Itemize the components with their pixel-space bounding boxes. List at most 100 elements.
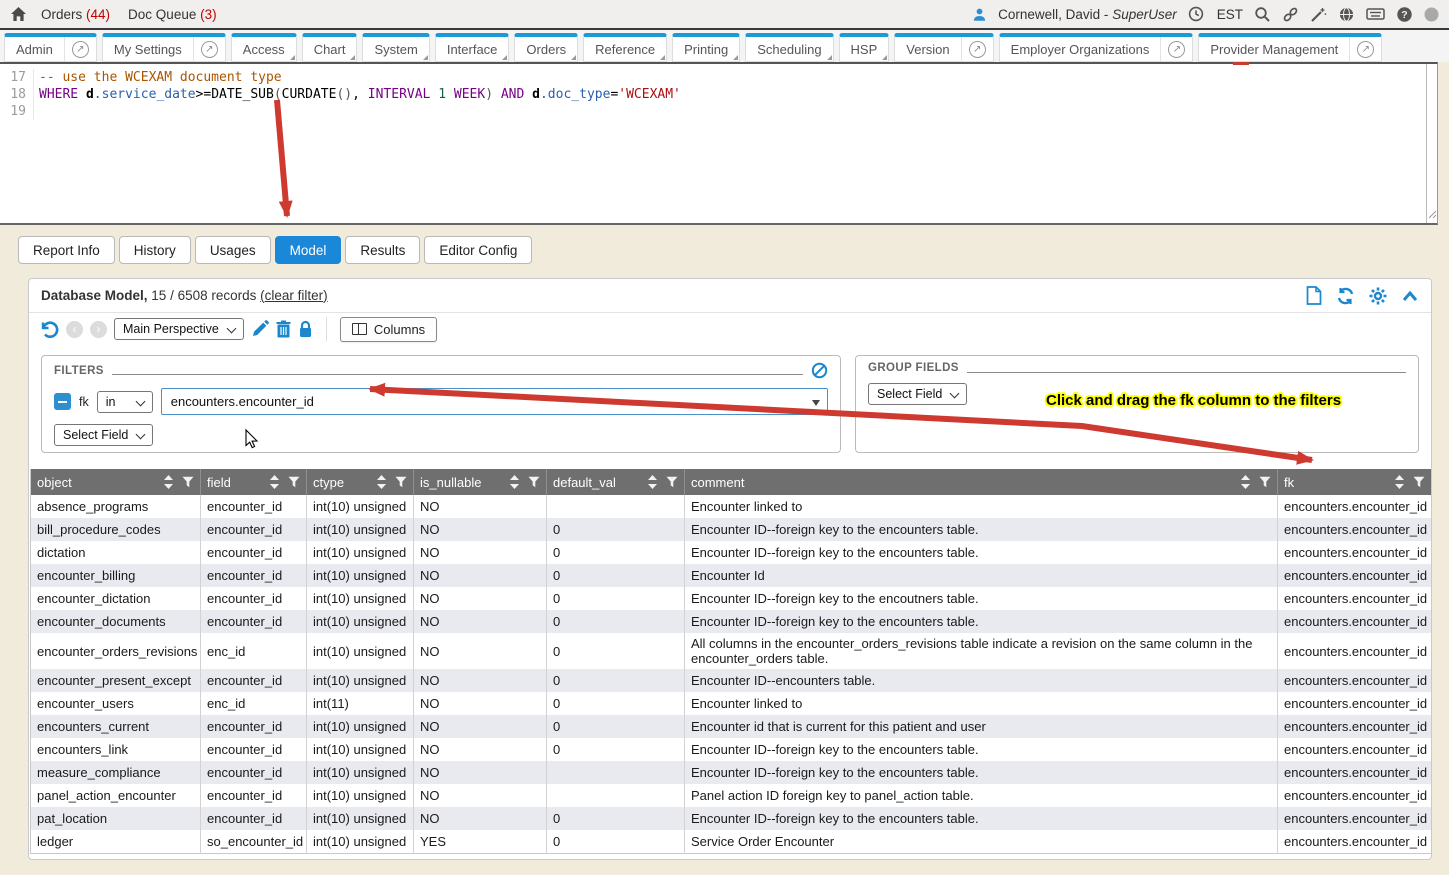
nav-tab-access[interactable]: Access [231, 33, 297, 62]
open-new-icon[interactable]: ↗ [64, 37, 96, 61]
combobox-dropdown-icon[interactable] [812, 400, 820, 406]
nav-tab-interface[interactable]: Interface [435, 33, 510, 62]
filter-icon[interactable] [1259, 476, 1271, 488]
nav-tab-version[interactable]: Version↗ [894, 33, 993, 62]
cell-field: encounter_id [201, 587, 307, 610]
doc-queue-link[interactable]: Doc Queue (3) [128, 7, 217, 22]
open-new-icon[interactable]: ↗ [1349, 37, 1381, 61]
resize-handle-icon[interactable] [1426, 207, 1436, 222]
undo-icon[interactable] [39, 320, 59, 339]
remove-filter-button[interactable] [54, 393, 71, 410]
link-icon[interactable] [1282, 6, 1299, 23]
tab-report-info[interactable]: Report Info [18, 236, 115, 264]
table-row[interactable]: bill_procedure_codesencounter_idint(10) … [31, 518, 1432, 541]
table-row[interactable]: encounters_currentencounter_idint(10) un… [31, 715, 1432, 738]
open-new-icon[interactable]: ↗ [1160, 37, 1192, 61]
globe-icon[interactable] [1338, 6, 1355, 23]
nav-tab-system[interactable]: System [362, 33, 429, 62]
open-new-icon[interactable]: ↗ [961, 37, 993, 61]
sort-icon[interactable] [510, 475, 519, 489]
cell-default-val: 0 [547, 541, 685, 564]
filter-icon[interactable] [528, 476, 540, 488]
filter-operator-select[interactable]: in [97, 391, 153, 413]
open-new-icon[interactable]: ↗ [193, 37, 225, 61]
perspective-select[interactable]: Main Perspective [114, 318, 244, 340]
nav-tab-chart[interactable]: Chart [302, 33, 358, 62]
filter-icon[interactable] [666, 476, 678, 488]
nav-tab-provider-management[interactable]: Provider Management↗ [1198, 33, 1382, 62]
nav-tab-scheduling[interactable]: Scheduling [745, 33, 833, 62]
cell-fk: encounters.encounter_id [1278, 633, 1432, 669]
column-header-comment[interactable]: comment [685, 469, 1278, 495]
sort-icon[interactable] [270, 475, 279, 489]
help-icon[interactable]: ? [1396, 6, 1413, 23]
nav-tab-printing[interactable]: Printing [672, 33, 740, 62]
table-row[interactable]: encounter_documentsencounter_idint(10) u… [31, 610, 1432, 633]
new-document-icon[interactable] [1306, 286, 1322, 305]
delete-trash-icon[interactable] [276, 320, 291, 338]
table-row[interactable]: ledgerso_encounter_idint(10) unsignedYES… [31, 830, 1432, 853]
nav-tab-hsp[interactable]: HSP [839, 33, 890, 62]
table-row[interactable]: panel_action_encounterencounter_idint(10… [31, 784, 1432, 807]
wand-icon[interactable] [1310, 6, 1327, 23]
clear-filters-icon[interactable] [811, 362, 828, 379]
table-row[interactable]: measure_complianceencounter_idint(10) un… [31, 761, 1432, 784]
column-header-ctype[interactable]: ctype [307, 469, 414, 495]
orders-link[interactable]: Orders (44) [41, 7, 110, 22]
cell-comment: Encounter ID--foreign key to the encount… [685, 518, 1278, 541]
user-name[interactable]: Cornewell, David - SuperUser [998, 7, 1177, 22]
main-nav: Admin↗My Settings↗AccessChartSystemInter… [0, 30, 1449, 62]
table-row[interactable]: encounter_billingencounter_idint(10) uns… [31, 564, 1432, 587]
sort-icon[interactable] [164, 475, 173, 489]
filter-icon[interactable] [395, 476, 407, 488]
tab-history[interactable]: History [119, 236, 191, 264]
home-icon[interactable] [10, 6, 27, 22]
nav-tab-reference[interactable]: Reference [583, 33, 667, 62]
tab-results[interactable]: Results [345, 236, 420, 264]
filter-icon[interactable] [1413, 476, 1425, 488]
column-header-field[interactable]: field [201, 469, 307, 495]
tab-usages[interactable]: Usages [195, 236, 271, 264]
group-field-select[interactable]: Select Field [868, 383, 967, 405]
search-icon[interactable] [1254, 6, 1271, 23]
table-row[interactable]: encounters_linkencounter_idint(10) unsig… [31, 738, 1432, 761]
sort-icon[interactable] [377, 475, 386, 489]
refresh-icon[interactable] [1336, 287, 1355, 305]
edit-pencil-icon[interactable] [251, 320, 269, 338]
keyboard-icon[interactable] [1366, 7, 1385, 21]
tab-model[interactable]: Model [275, 236, 342, 264]
nav-tab-my-settings[interactable]: My Settings↗ [102, 33, 226, 62]
editor-scrollbar[interactable] [1426, 64, 1437, 223]
gear-icon[interactable] [1369, 287, 1387, 305]
nav-tab-employer-organizations[interactable]: Employer Organizations↗ [999, 33, 1194, 62]
table-row[interactable]: encounter_orders_revisionsenc_idint(10) … [31, 633, 1432, 669]
tab-editor-config[interactable]: Editor Config [424, 236, 532, 264]
table-row[interactable]: dictationencounter_idint(10) unsignedNO0… [31, 541, 1432, 564]
collapse-icon[interactable] [1401, 289, 1419, 303]
table-row[interactable]: encounter_dictationencounter_idint(10) u… [31, 587, 1432, 610]
columns-button[interactable]: Columns [340, 317, 437, 342]
clear-filter-link[interactable]: (clear filter) [260, 288, 328, 303]
table-row[interactable]: pat_locationencounter_idint(10) unsigned… [31, 807, 1432, 830]
column-header-object[interactable]: object [31, 469, 201, 495]
prev-button[interactable]: ‹ [66, 321, 83, 338]
next-button[interactable]: › [90, 321, 107, 338]
table-row[interactable]: absence_programsencounter_idint(10) unsi… [31, 495, 1432, 518]
nav-tab-admin[interactable]: Admin↗ [4, 33, 97, 62]
filter-icon[interactable] [288, 476, 300, 488]
sort-icon[interactable] [1241, 475, 1250, 489]
lock-icon[interactable] [298, 320, 313, 338]
sql-editor[interactable]: 17-- use the WCEXAM document type18WHERE… [0, 62, 1438, 225]
sort-icon[interactable] [1395, 475, 1404, 489]
table-row[interactable]: encounter_usersenc_idint(11)NO0Encounter… [31, 692, 1432, 715]
column-header-default-val[interactable]: default_val [547, 469, 685, 495]
column-header-is-nullable[interactable]: is_nullable [414, 469, 547, 495]
table-row[interactable]: encounter_present_exceptencounter_idint(… [31, 669, 1432, 692]
add-filter-field-select[interactable]: Select Field [54, 424, 153, 446]
nav-tab-orders[interactable]: Orders [514, 33, 578, 62]
filter-value-input[interactable]: encounters.encounter_id [161, 388, 828, 415]
filter-icon[interactable] [182, 476, 194, 488]
clock-icon[interactable] [1188, 6, 1204, 22]
sort-icon[interactable] [648, 475, 657, 489]
column-header-fk[interactable]: fk [1278, 469, 1432, 495]
